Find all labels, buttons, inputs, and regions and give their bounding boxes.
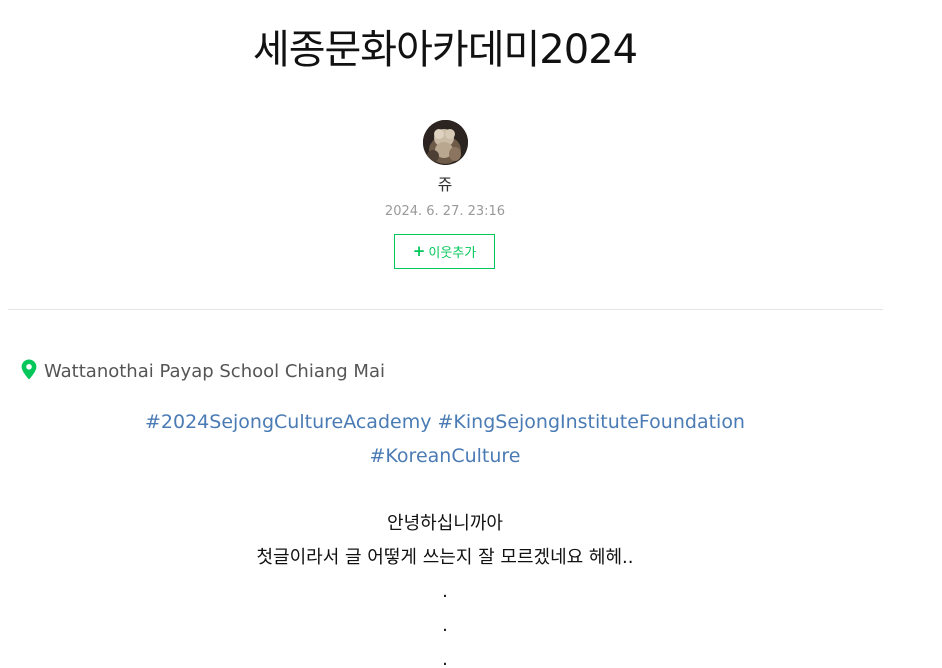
- body-paragraph: 첫글이라서 글 어떻게 쓰는지 잘 모르겠네요 헤헤..: [256, 547, 634, 568]
- avatar[interactable]: [423, 120, 468, 165]
- hashtag-link[interactable]: #KingSejongInstituteFoundation: [438, 411, 745, 433]
- body-paragraph: .: [442, 581, 448, 602]
- plus-icon: +: [412, 242, 426, 260]
- post-date: 2024. 6. 27. 23:16: [384, 204, 506, 219]
- body-paragraph: .: [442, 615, 448, 636]
- avatar-image: [423, 120, 468, 165]
- add-neighbor-label: 이웃추가: [428, 246, 477, 261]
- post-title: 세종문화아카데미2024: [252, 27, 638, 73]
- location-name: Wattanothai Payap School Chiang Mai: [44, 360, 385, 382]
- header-divider: [8, 309, 883, 310]
- map-pin-icon: [21, 359, 37, 384]
- add-neighbor-button[interactable]: + 이웃추가: [394, 234, 495, 269]
- body-paragraph: .: [442, 649, 448, 668]
- body-paragraph: 안녕하십니까아: [387, 513, 503, 534]
- hashtag-link[interactable]: #KoreanCulture: [370, 445, 521, 467]
- hashtag-list: #2024SejongCultureAcademy #KingSejongIns…: [0, 405, 890, 473]
- post-body: 안녕하십니까아 첫글이라서 글 어떻게 쓰는지 잘 모르겠네요 헤헤.. . .…: [0, 507, 890, 668]
- author-nickname[interactable]: 쥬: [0, 175, 890, 195]
- hashtag-link[interactable]: #2024SejongCultureAcademy: [145, 411, 431, 433]
- blog-post-page: 세종문화아카데미2024 쥬 2024. 6. 27. 23:16 + 이웃추가…: [0, 0, 942, 668]
- location-link[interactable]: Wattanothai Payap School Chiang Mai: [21, 359, 385, 384]
